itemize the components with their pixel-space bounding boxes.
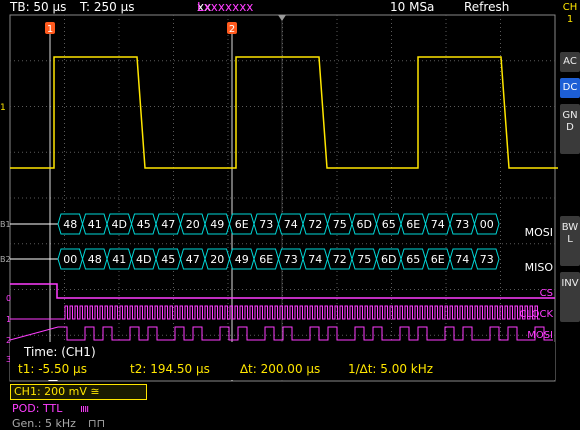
bus2-miso-byte-value: 00 (63, 253, 77, 266)
logic-pod-icon: ıııı (80, 402, 89, 415)
bus1-mosi-byte-value: 49 (210, 218, 224, 231)
coupling-gnd-button[interactable]: GND (560, 104, 580, 154)
mosi-digital-waveform (9, 326, 553, 341)
bus1-mosi-byte-value: 20 (186, 218, 200, 231)
bus1-mosi-byte-value: 75 (333, 218, 347, 231)
cursor-frequency-readout: 1/∆t: 5.00 kHz (348, 362, 434, 376)
bus1-mosi-axis-label: B1 (0, 220, 11, 229)
bus1-mosi-byte-value: 65 (382, 218, 396, 231)
cursor-marker-label: 2 (229, 24, 235, 35)
bus1-mosi-byte-value: 45 (137, 218, 151, 231)
bus2-miso-byte-value: 6E (431, 253, 445, 266)
digital-label-mosi: MOSI (527, 330, 553, 341)
cursor-t2-readout: t2: 194.50 µs (130, 362, 210, 376)
coupling-dc-button[interactable]: DC (560, 78, 580, 98)
trigger-position-readout[interactable]: T: 250 µs (80, 0, 134, 14)
bus2-miso-byte-value: 4D (136, 253, 151, 266)
sample-rate-readout[interactable]: 10 MSa (390, 0, 434, 14)
bus1-mosi-byte-value: 4D (112, 218, 127, 231)
bus1-mosi-byte-value: 41 (88, 218, 102, 231)
bus2-miso-axis-label: B2 (0, 255, 11, 264)
acquisition-mode-readout[interactable]: Refresh (464, 0, 509, 14)
bus1-mosi-byte-value: 74 (284, 218, 298, 231)
cursor-delta-readout: ∆t: 200.00 µs (240, 362, 321, 376)
channel-info-bar: CH1: 200 mV ≅ POD: TTL ıııı Gen.: 5 kHz … (0, 382, 558, 430)
square-wave-icon: ⊓⊓ (88, 417, 106, 430)
bus2-miso-byte-value: 45 (161, 253, 175, 266)
timebase-readout[interactable]: TB: 50 µs (10, 0, 66, 14)
cursor-t1-readout: t1: -5.50 µs (18, 362, 87, 376)
bus1-mosi-byte-value: 73 (455, 218, 469, 231)
invert-button[interactable]: INV (560, 272, 580, 322)
channel-softkey-menu: CH 1 AC DC GND BWL INV (558, 0, 580, 430)
bus2-miso-byte-value: 73 (284, 253, 298, 266)
channel-label: CH 1 (562, 2, 578, 25)
bus1-mosi-byte-value: 6D (357, 218, 372, 231)
bus1-mosi-byte-value: 72 (308, 218, 322, 231)
bus2-miso-byte-value: 72 (333, 253, 347, 266)
bus2-miso-byte-value: 6E (259, 253, 273, 266)
cursor-marker-label: 1 (47, 24, 53, 35)
bus2-miso-byte-value: 65 (406, 253, 420, 266)
cursor-measurement-panel: Time: (CH1) t1: -5.50 µs t2: 194.50 µs ∆… (10, 342, 555, 380)
digital-label-clock: CLOCK (519, 309, 553, 320)
bus1-mosi-byte-value: 6E (406, 218, 420, 231)
bus2-miso-byte-value: 74 (455, 253, 469, 266)
bus2-miso-byte-value: 41 (112, 253, 126, 266)
bandwidth-limit-button[interactable]: BWL (560, 216, 580, 266)
digital-axis-label-cs: 0 (6, 294, 11, 303)
pod-setting[interactable]: POD: TTL (12, 402, 62, 415)
waveform-display[interactable]: 1 2 1 B1 48 41 4D 45 47 20 49 6E 73 74 72 75 6D 65 6E 74 73 0… (0, 14, 558, 382)
bus1-mosi-byte-value: 00 (480, 218, 494, 231)
bus1-mosi-label: MOSI (525, 226, 553, 239)
bus2-miso-label: MISO (525, 261, 554, 274)
ch1-waveform (10, 56, 558, 169)
bus2-miso-byte-value: 6D (381, 253, 396, 266)
bus1-mosi-byte-value: 73 (259, 218, 273, 231)
bus2-miso-byte-value: 49 (235, 253, 249, 266)
bus1-mosi-byte-value: 6E (235, 218, 249, 231)
ch1-setting[interactable]: CH1: 200 mV ≅ (10, 384, 147, 400)
bus2-miso-byte-value: 73 (480, 253, 494, 266)
bus2-miso-byte-value: 75 (357, 253, 371, 266)
coupling-ac-button[interactable]: AC (560, 52, 580, 72)
trigger-marker-icon (278, 15, 286, 21)
top-status-bar: TB: 50 µs T: 250 µs xx Lxxxxxxx 10 MSa Re… (0, 0, 556, 14)
bus1-mosi-byte-value: 74 (431, 218, 445, 231)
bus2-miso-byte-value: 48 (88, 253, 102, 266)
clock-digital-waveform (10, 305, 540, 320)
bus2-miso-byte-value: 20 (210, 253, 224, 266)
bus1-mosi-byte-value: 48 (63, 218, 77, 231)
generator-setting[interactable]: Gen.: 5 kHz (12, 417, 76, 430)
bus2-miso-byte-value: 47 (186, 253, 200, 266)
cursor-panel-title[interactable]: Time: (CH1) (18, 345, 102, 360)
bus1-mosi-byte-value: 47 (161, 218, 175, 231)
bus2-miso-byte-value: 74 (308, 253, 322, 266)
ch1-position-marker: 1 (0, 103, 6, 113)
trigger-label: Lxxxxxxx (197, 0, 254, 14)
